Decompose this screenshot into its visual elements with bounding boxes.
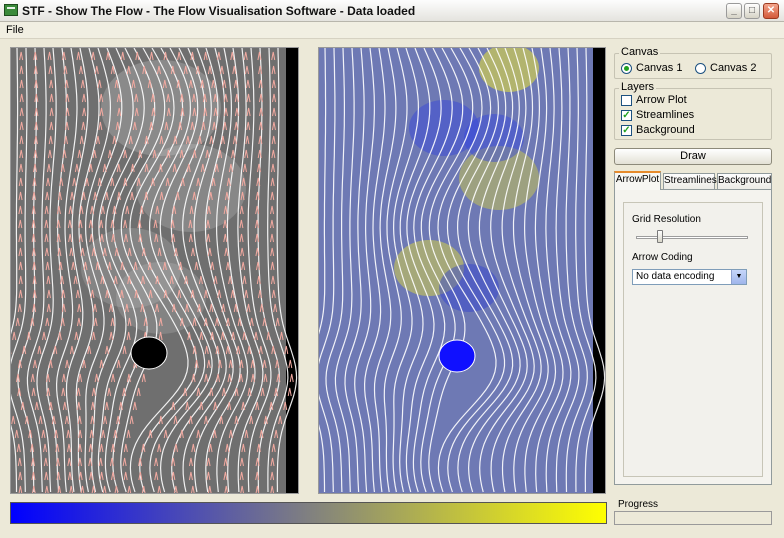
canvas-2-view[interactable] bbox=[318, 47, 606, 494]
canvas-2-plot bbox=[319, 48, 605, 493]
window-title: STF - Show The Flow - The Flow Visualisa… bbox=[22, 4, 416, 18]
obstacle bbox=[438, 339, 476, 373]
chevron-down-icon[interactable]: ▼ bbox=[731, 270, 746, 284]
radio-canvas-1-label: Canvas 1 bbox=[636, 62, 683, 74]
layers-group-label: Layers bbox=[619, 81, 657, 93]
radio-canvas-2-label: Canvas 2 bbox=[710, 62, 757, 74]
canvas-1-plot bbox=[11, 48, 298, 493]
colormap-bar bbox=[10, 502, 607, 524]
app-icon bbox=[4, 4, 18, 16]
checkbox-streamlines[interactable]: ✓ Streamlines bbox=[621, 109, 694, 121]
progress-bar bbox=[614, 511, 772, 525]
checkbox-arrow-plot-box[interactable] bbox=[621, 94, 632, 106]
draw-button[interactable]: Draw bbox=[614, 148, 772, 165]
layers-group: Layers Arrow Plot ✓ Streamlines ✓ Backgr… bbox=[614, 81, 772, 140]
close-button[interactable]: ✕ bbox=[763, 3, 779, 19]
radio-canvas-1[interactable]: Canvas 1 bbox=[621, 62, 682, 74]
canvas-1-view[interactable] bbox=[10, 47, 299, 494]
grid-resolution-slider-thumb[interactable] bbox=[657, 230, 663, 243]
checkbox-background-box[interactable]: ✓ bbox=[621, 124, 632, 136]
arrowplot-tab-content: Grid Resolution Arrow Coding No data enc… bbox=[614, 189, 772, 485]
checkbox-background-label: Background bbox=[636, 124, 695, 136]
tab-arrowplot[interactable]: ArrowPlot bbox=[614, 171, 661, 190]
progress-label: Progress bbox=[618, 499, 659, 510]
grid-resolution-label: Grid Resolution bbox=[632, 214, 701, 225]
title-bar[interactable]: STF - Show The Flow - The Flow Visualisa… bbox=[0, 0, 784, 22]
checkbox-streamlines-box[interactable]: ✓ bbox=[621, 109, 632, 121]
control-panel: Canvas Canvas 1 Canvas 2 Layers Arrow Pl… bbox=[612, 40, 776, 530]
arrow-coding-value: No data encoding bbox=[636, 271, 715, 282]
grid-resolution-slider[interactable] bbox=[636, 236, 748, 239]
obstacle bbox=[130, 336, 168, 370]
radio-canvas-2[interactable]: Canvas 2 bbox=[695, 62, 756, 74]
menu-file[interactable]: File bbox=[6, 24, 24, 36]
canvas-group: Canvas Canvas 1 Canvas 2 bbox=[614, 46, 772, 79]
arrowplot-settings-frame: Grid Resolution Arrow Coding No data enc… bbox=[623, 202, 763, 477]
minimize-button[interactable]: _ bbox=[726, 3, 742, 19]
checkbox-background[interactable]: ✓ Background bbox=[621, 124, 695, 136]
tab-streamlines[interactable]: Streamlines bbox=[663, 173, 717, 189]
arrow-coding-label: Arrow Coding bbox=[632, 252, 693, 263]
maximize-button[interactable]: □ bbox=[744, 3, 760, 19]
checkbox-arrow-plot[interactable]: Arrow Plot bbox=[621, 94, 687, 106]
radio-canvas-2-indicator[interactable] bbox=[695, 62, 706, 74]
canvas-group-label: Canvas bbox=[619, 46, 661, 58]
radio-canvas-1-indicator[interactable] bbox=[621, 62, 632, 74]
checkbox-arrow-plot-label: Arrow Plot bbox=[636, 94, 687, 106]
tab-background[interactable]: Background bbox=[717, 173, 772, 189]
checkbox-streamlines-label: Streamlines bbox=[636, 109, 695, 121]
arrow-coding-select[interactable]: No data encoding ▼ bbox=[632, 269, 747, 285]
menu-bar: File bbox=[0, 22, 784, 39]
